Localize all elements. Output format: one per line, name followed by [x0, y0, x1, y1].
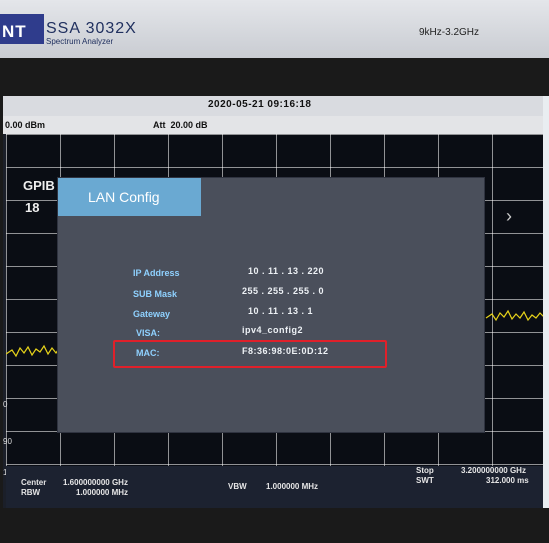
rbw-label: RBW [21, 488, 41, 497]
ip-address-value[interactable]: 10 . 11 . 13 . 220 [248, 266, 324, 276]
instrument-bezel: NT SSA 3032X Spectrum Analyzer 9kHz-3.2G… [0, 0, 549, 61]
screen-edge-glare [543, 96, 549, 508]
brand-logo: NT [2, 22, 27, 41]
stop-label: Stop [416, 466, 434, 475]
visa-label: VISA: [136, 328, 161, 338]
rbw-value: 1.000000 MHz [76, 488, 129, 497]
swt-value: 312.000 ms [486, 476, 529, 485]
gpib-port-value: 18 [25, 200, 40, 215]
vbw-label: VBW [228, 482, 247, 491]
model-name: SSA 3032X [46, 20, 137, 37]
frequency-range: 9kHz-3.2GHz [418, 27, 479, 38]
y-label-0: 0 [3, 400, 8, 409]
vbw-value: 1.000000 MHz [266, 482, 319, 491]
y-label-90: 90 [3, 437, 12, 446]
swt-label: SWT [416, 476, 434, 485]
center-label: Center [21, 478, 47, 487]
ip-address-label: IP Address [133, 268, 180, 278]
stop-value: 3.200000000 GHz [461, 466, 526, 475]
att-label: Att [153, 120, 166, 130]
sub-mask-value[interactable]: 255 . 255 . 255 . 0 [242, 286, 324, 296]
visa-value[interactable]: ipv4_config2 [242, 325, 303, 335]
bottom-bar: Center 1.600000000 GHz RBW 1.000000 MHz … [6, 466, 549, 508]
center-value: 1.600000000 GHz [63, 478, 128, 487]
att-value: 20.00 dB [170, 120, 208, 130]
chevron-right-icon[interactable]: › [506, 206, 526, 232]
attenuation: Att 20.00 dB [153, 120, 208, 130]
datetime: 2020-05-21 09:16:18 [208, 99, 312, 110]
lan-config-tab[interactable]: LAN Config [58, 178, 201, 216]
sub-mask-label: SUB Mask [133, 289, 178, 299]
status-bar: 2020-05-21 09:16:18 [3, 96, 549, 116]
model-block: SSA 3032X Spectrum Analyzer [46, 20, 137, 46]
ref-level: 0.00 dBm [5, 120, 46, 130]
reference-bar: 0.00 dBm Att 20.00 dB [3, 116, 549, 134]
lan-config-dialog[interactable]: LAN Config IP Address 10 . 11 . 13 . 220… [58, 178, 484, 432]
gateway-label: Gateway [133, 309, 171, 319]
gateway-value[interactable]: 10 . 11 . 13 . 1 [248, 306, 313, 316]
model-subtitle: Spectrum Analyzer [46, 37, 114, 46]
mac-highlight-box [113, 340, 387, 368]
